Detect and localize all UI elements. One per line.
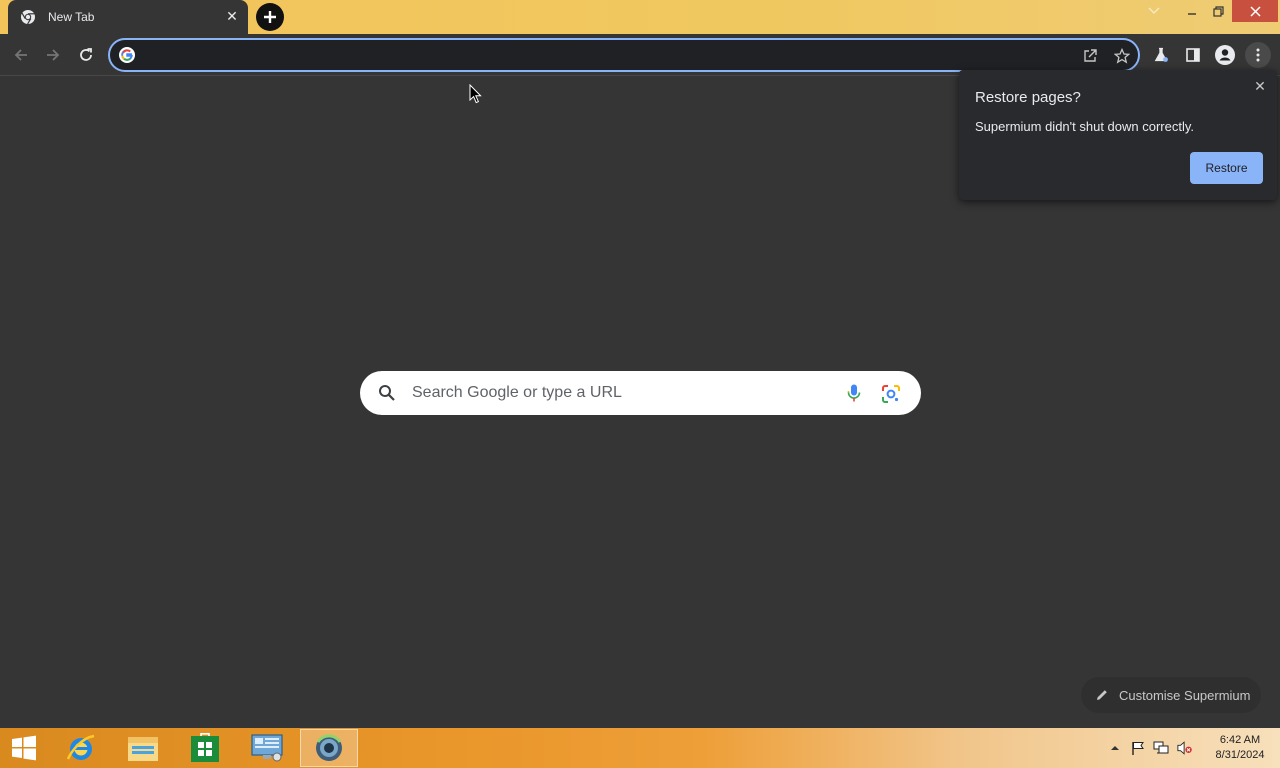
chevron-down-icon[interactable] [1140, 0, 1168, 22]
internet-explorer-button[interactable] [52, 729, 110, 767]
bookmark-star-icon[interactable] [1112, 46, 1132, 66]
tab-title: New Tab [48, 10, 95, 24]
tab-close-icon[interactable]: ✕ [224, 9, 240, 25]
restore-pages-dialog: Restore pages? Supermium didn't shut dow… [959, 70, 1277, 200]
side-panel-icon[interactable] [1180, 42, 1206, 68]
minimize-button[interactable] [1178, 0, 1206, 22]
new-tab-button[interactable] [256, 3, 284, 31]
supermium-browser-button[interactable] [300, 729, 358, 767]
labs-flask-icon[interactable] [1148, 42, 1174, 68]
google-lens-icon[interactable] [881, 384, 901, 404]
tab-new-tab[interactable]: New Tab ✕ [8, 0, 248, 34]
windows-taskbar: 6:42 AM 8/31/2024 [0, 728, 1280, 768]
google-search-box[interactable]: Search Google or type a URL [360, 371, 921, 415]
action-center-flag-icon[interactable] [1130, 740, 1146, 756]
supermium-icon [316, 734, 342, 761]
restore-window-button[interactable] [1204, 0, 1232, 22]
network-icon[interactable] [1153, 740, 1169, 756]
google-g-icon [119, 47, 135, 63]
dialog-message: Supermium didn't shut down correctly. [975, 119, 1195, 134]
forward-arrow-icon [47, 49, 60, 61]
chevron-up-icon [1111, 746, 1119, 750]
share-icon[interactable] [1080, 46, 1100, 66]
back-arrow-icon [14, 49, 27, 61]
start-button[interactable] [0, 729, 48, 767]
chromium-icon [21, 10, 35, 25]
mouse-cursor-icon [469, 84, 482, 104]
store-icon [191, 733, 219, 762]
profile-icon [1215, 45, 1235, 65]
forward-button[interactable] [40, 42, 66, 68]
microphone-icon[interactable] [844, 383, 864, 403]
clock-date: 8/31/2024 [1215, 749, 1265, 761]
folder-icon [128, 737, 158, 761]
close-icon[interactable]: ✕ [1251, 78, 1269, 96]
control-panel-icon [251, 734, 283, 762]
customise-button[interactable]: Customise Supermium [1081, 677, 1261, 713]
clock-time: 6:42 AM [1219, 734, 1261, 746]
kebab-menu-icon [1256, 48, 1260, 62]
restore-button[interactable]: Restore [1190, 152, 1263, 184]
address-bar[interactable] [108, 38, 1140, 72]
store-button[interactable] [176, 729, 234, 767]
back-button[interactable] [8, 42, 34, 68]
volume-muted-icon[interactable] [1177, 740, 1193, 756]
taskbar-clock[interactable]: 6:42 AM 8/31/2024 [1205, 733, 1275, 763]
omnibox-input[interactable] [146, 46, 1066, 66]
control-panel-button[interactable] [238, 729, 296, 767]
file-explorer-button[interactable] [114, 729, 172, 767]
pencil-icon [1097, 690, 1107, 700]
reload-button[interactable] [73, 42, 99, 68]
customise-label: Customise Supermium [1119, 687, 1251, 703]
title-bar: New Tab ✕ [0, 0, 1280, 34]
windows-logo-icon [12, 735, 36, 761]
reload-icon [80, 48, 92, 61]
internet-explorer-icon [66, 734, 95, 760]
plus-icon [264, 11, 276, 23]
show-hidden-icons-button[interactable] [1107, 740, 1123, 756]
profile-button[interactable] [1212, 42, 1238, 68]
close-window-button[interactable] [1232, 0, 1278, 22]
dialog-title: Restore pages? [975, 89, 1081, 106]
menu-button[interactable] [1245, 42, 1271, 68]
search-icon [379, 385, 395, 401]
search-placeholder: Search Google or type a URL [412, 384, 622, 401]
